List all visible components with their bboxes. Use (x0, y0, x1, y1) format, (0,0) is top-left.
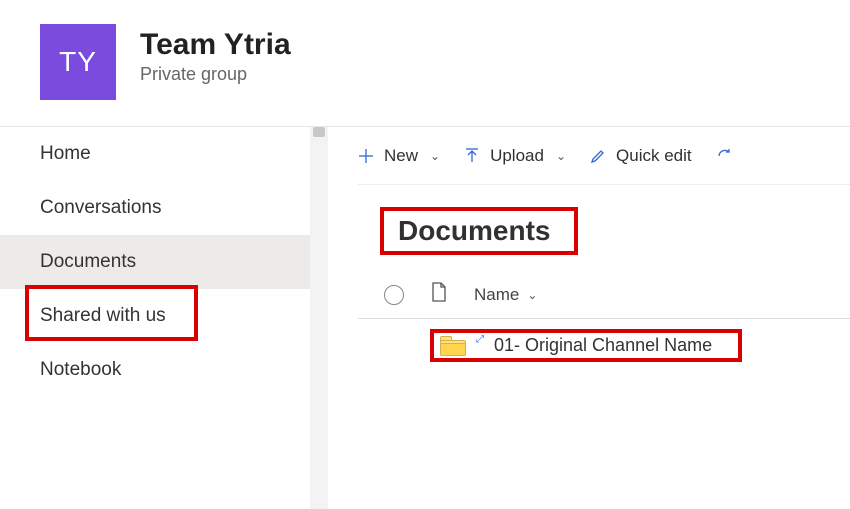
nav-conversations-label: Conversations (40, 197, 161, 219)
upload-button[interactable]: Upload ⌄ (464, 146, 566, 166)
chevron-down-icon: ⌄ (556, 149, 566, 163)
name-column-header[interactable]: Name ⌄ (474, 285, 537, 305)
page-title: Documents (380, 207, 578, 255)
nav-documents-label: Documents (40, 251, 136, 273)
quickedit-label: Quick edit (616, 146, 692, 166)
folder-name[interactable]: 01- Original Channel Name (494, 335, 712, 356)
column-header-row: Name ⌄ (358, 273, 850, 319)
name-column-label: Name (474, 285, 519, 305)
plus-icon (358, 148, 374, 164)
scroll-thumb[interactable] (313, 127, 325, 137)
new-button[interactable]: New ⌄ (358, 146, 440, 166)
nav-conversations[interactable]: Conversations (0, 181, 310, 235)
new-label: New (384, 146, 418, 166)
sync-button[interactable] (716, 147, 736, 165)
list-row[interactable]: ⤢ 01- Original Channel Name (358, 319, 850, 372)
sidebar-scrollbar[interactable]: ▴ (310, 127, 328, 509)
link-indicator-icon: ⤢ (476, 334, 484, 345)
nav-notebook-label: Notebook (40, 359, 121, 381)
nav-home[interactable]: Home (0, 127, 310, 181)
team-title: Team Ytria (140, 28, 291, 62)
nav-home-label: Home (40, 143, 91, 165)
type-column-icon[interactable] (430, 281, 448, 308)
folder-icon (440, 336, 466, 356)
chevron-down-icon: ⌄ (527, 288, 537, 302)
command-bar: New ⌄ Upload ⌄ Quick edit (358, 127, 850, 185)
upload-icon (464, 148, 480, 164)
nav-notebook[interactable]: Notebook (0, 343, 310, 397)
team-visibility: Private group (140, 64, 291, 85)
team-header: TY Team Ytria Private group (0, 0, 850, 126)
select-all-toggle[interactable] (384, 285, 404, 305)
sync-icon (716, 147, 734, 165)
pencil-icon (590, 148, 606, 164)
nav-documents[interactable]: Documents (0, 235, 310, 289)
annotation-highlight (25, 285, 198, 341)
chevron-down-icon: ⌄ (430, 149, 440, 163)
team-avatar: TY (40, 24, 116, 100)
quickedit-button[interactable]: Quick edit (590, 146, 692, 166)
upload-label: Upload (490, 146, 544, 166)
